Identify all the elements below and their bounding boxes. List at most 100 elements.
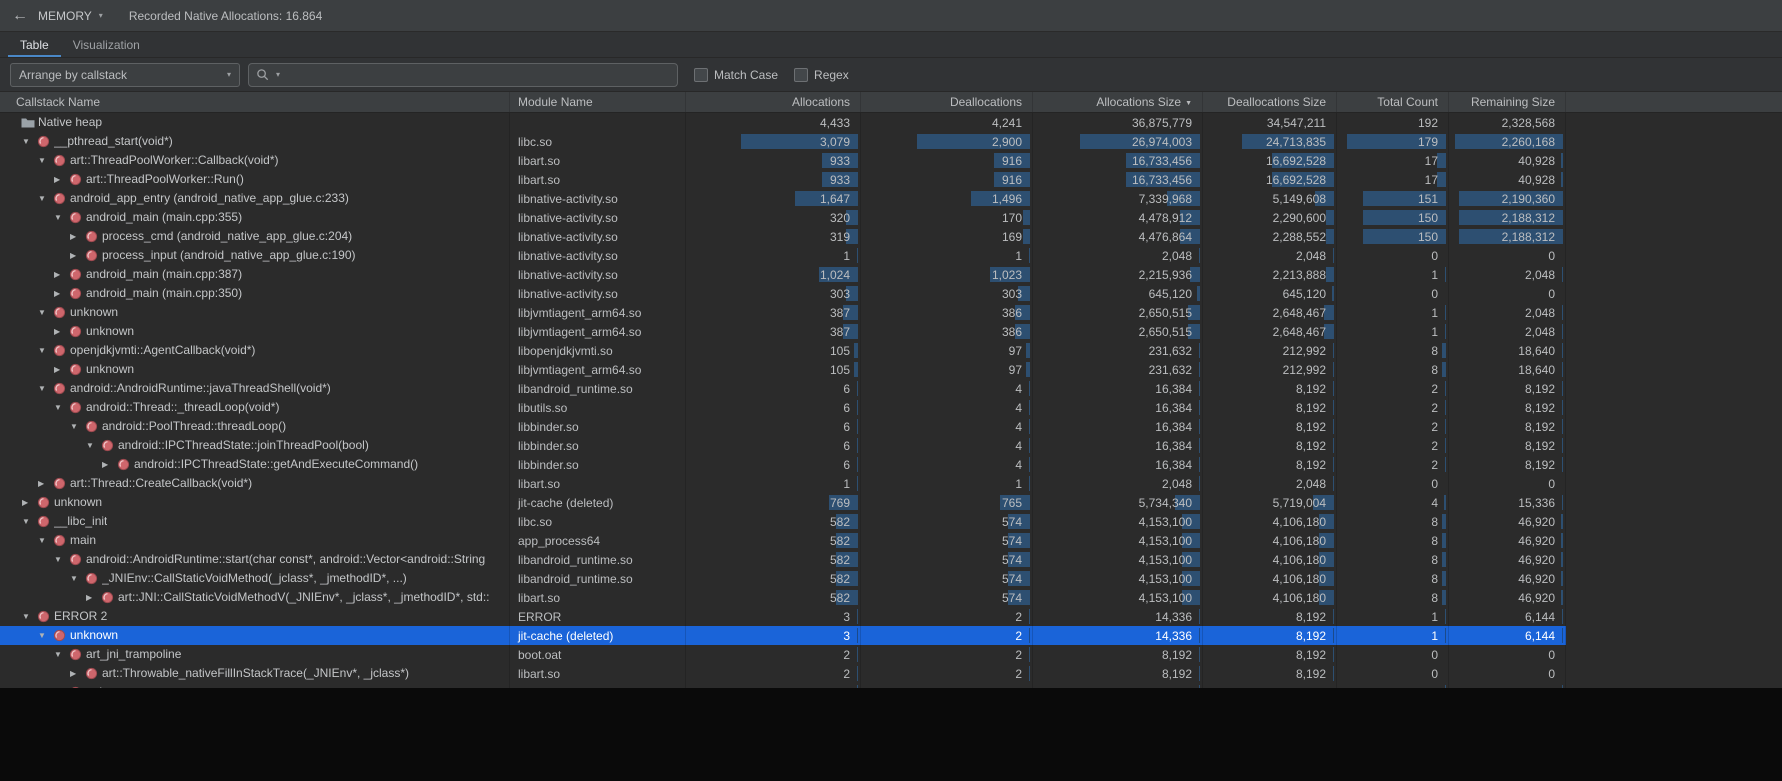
value-bar	[1562, 685, 1564, 688]
cell-deallocations: 574	[861, 569, 1033, 588]
collapse-arrow-icon[interactable]: ▶	[70, 664, 85, 683]
expand-arrow-icon[interactable]: ▼	[38, 626, 53, 645]
header-label: Allocations Size	[1096, 95, 1181, 109]
header-callstack-name[interactable]: Callstack Name	[0, 92, 510, 112]
collapse-arrow-icon[interactable]: ▶	[102, 455, 117, 474]
table-row[interactable]: ▼openjdkjvmti::AgentCallback(void*)libop…	[0, 341, 1566, 360]
table-row[interactable]: ▼art_jni_trampolineboot.oat228,1928,1920…	[0, 645, 1566, 664]
table-row[interactable]: ▶art::Throwable_nativeFillInStackTrace(_…	[0, 664, 1566, 683]
expand-arrow-icon[interactable]: ▼	[54, 550, 69, 569]
value-label: 4,241	[992, 116, 1022, 130]
expand-arrow-icon[interactable]: ▼	[38, 189, 53, 208]
search-input[interactable]	[283, 67, 670, 83]
expand-arrow-icon[interactable]: ▼	[22, 512, 37, 531]
table-row[interactable]: ▶android::IPCThreadState::getAndExecuteC…	[0, 455, 1566, 474]
table-row[interactable]: ▼android::AndroidRuntime::javaThreadShel…	[0, 379, 1566, 398]
value-bar	[1562, 438, 1564, 453]
value-bar	[1029, 400, 1031, 415]
value-label: 303	[1002, 287, 1022, 301]
value-label: 231,632	[1149, 344, 1192, 358]
collapse-arrow-icon[interactable]: ▶	[70, 227, 85, 246]
expand-arrow-icon[interactable]: ▼	[38, 379, 53, 398]
table-row[interactable]: ▶unknownjit-cache (deleted)7697655,734,3…	[0, 493, 1566, 512]
expand-arrow-icon[interactable]: ▼	[22, 607, 37, 626]
expand-arrow-icon[interactable]: ▼	[38, 341, 53, 360]
header-allocations[interactable]: Allocations	[686, 92, 861, 112]
regex-checkbox[interactable]: Regex	[794, 68, 849, 82]
table-row[interactable]: ▶art::ThreadPoolWorker::Run()libart.so93…	[0, 170, 1566, 189]
collapse-arrow-icon[interactable]: ▶	[22, 493, 37, 512]
table-row[interactable]: ▼__pthread_start(void*)libc.so3,0792,900…	[0, 132, 1566, 151]
value-label: 1	[1015, 249, 1022, 263]
cell-allocations-size: 8,192	[1033, 664, 1203, 683]
table-row[interactable]: ▼android_app_entry (android_native_app_g…	[0, 189, 1566, 208]
header-allocations-size[interactable]: Allocations Size▼	[1033, 92, 1203, 112]
table-row[interactable]: ▶unknownjit-cache (deleted)106,144016,14…	[0, 683, 1566, 688]
tab-visualization[interactable]: Visualization	[61, 32, 152, 57]
value-label: 0	[1548, 648, 1555, 662]
search-field[interactable]: ▾	[248, 63, 678, 87]
cell-allocations-size: 4,153,100	[1033, 531, 1203, 550]
header-module-name[interactable]: Module Name	[510, 92, 686, 112]
table-row[interactable]: ▼unknownjit-cache (deleted)3214,3368,192…	[0, 626, 1566, 645]
value-label: 6,144	[1525, 610, 1555, 624]
expand-arrow-icon[interactable]: ▼	[38, 303, 53, 322]
collapse-arrow-icon[interactable]: ▶	[54, 284, 69, 303]
table-row[interactable]: ▼android_main (main.cpp:355)libnative-ac…	[0, 208, 1566, 227]
value-bar	[1333, 343, 1335, 358]
cell-total-count: 150	[1337, 208, 1449, 227]
match-case-checkbox[interactable]: Match Case	[694, 68, 778, 82]
session-selector[interactable]: MEMORY ▾	[38, 9, 103, 23]
callstack-name-label: _JNIEnv::CallStaticVoidMethod(_jclass*, …	[102, 569, 407, 588]
expand-arrow-icon[interactable]: ▼	[70, 417, 85, 436]
collapse-arrow-icon[interactable]: ▶	[54, 360, 69, 379]
cell-callstack-name: ▼ _JNIEnv::CallStaticVoidMethod(_jclass*,…	[0, 569, 510, 588]
table-row[interactable]: ▼unknownlibjvmtiagent_arm64.so3873862,65…	[0, 303, 1566, 322]
table-row[interactable]: ▼ _JNIEnv::CallStaticVoidMethod(_jclass*,…	[0, 569, 1566, 588]
collapse-arrow-icon[interactable]: ▶	[54, 322, 69, 341]
table-row[interactable]: Native heap4,4334,24136,875,77934,547,21…	[0, 113, 1566, 132]
value-label: 16,384	[1155, 401, 1192, 415]
table-row[interactable]: ▶unknownlibjvmtiagent_arm64.so3873862,65…	[0, 322, 1566, 341]
expand-arrow-icon[interactable]: ▼	[22, 132, 37, 151]
header-remaining-size[interactable]: Remaining Size	[1449, 92, 1566, 112]
expand-arrow-icon[interactable]: ▼	[86, 436, 101, 455]
value-label: 0	[1319, 686, 1326, 688]
expand-arrow-icon[interactable]: ▼	[70, 569, 85, 588]
collapse-arrow-icon[interactable]: ▶	[54, 170, 69, 189]
table-row[interactable]: ▼android::IPCThreadState::joinThreadPool…	[0, 436, 1566, 455]
expand-arrow-icon[interactable]: ▼	[54, 398, 69, 417]
collapse-arrow-icon[interactable]: ▶	[54, 265, 69, 284]
collapse-arrow-icon[interactable]: ▶	[70, 246, 85, 265]
table-row[interactable]: ▼mainapp_process645825744,153,1004,106,1…	[0, 531, 1566, 550]
table-row[interactable]: ▼__libc_initlibc.so5825744,153,1004,106,…	[0, 512, 1566, 531]
cell-remaining-size: 0	[1449, 474, 1566, 493]
table-row[interactable]: ▼ERROR 2ERROR3214,3368,19216,144	[0, 607, 1566, 626]
arrange-dropdown[interactable]: Arrange by callstack ▾	[10, 63, 240, 87]
header-deallocations[interactable]: Deallocations	[861, 92, 1033, 112]
tab-table[interactable]: Table	[8, 32, 61, 57]
header-total-count[interactable]: Total Count	[1337, 92, 1449, 112]
back-button[interactable]: ←	[12, 7, 38, 25]
table-row[interactable]: ▶unknownlibjvmtiagent_arm64.so10597231,6…	[0, 360, 1566, 379]
collapse-arrow-icon[interactable]: ▶	[38, 474, 53, 493]
expand-arrow-icon[interactable]: ▼	[38, 531, 53, 550]
expand-arrow-icon[interactable]: ▼	[54, 208, 69, 227]
table-row[interactable]: ▼android::Thread::_threadLoop(void*)libu…	[0, 398, 1566, 417]
expand-arrow-icon[interactable]: ▼	[38, 151, 53, 170]
table-row[interactable]: ▼android::AndroidRuntime::start(char con…	[0, 550, 1566, 569]
table-row[interactable]: ▶android_main (main.cpp:350)libnative-ac…	[0, 284, 1566, 303]
table-row[interactable]: ▶art::JNI::CallStaticVoidMethodV(_JNIEnv…	[0, 588, 1566, 607]
table-row[interactable]: ▼art::ThreadPoolWorker::Callback(void*)l…	[0, 151, 1566, 170]
table-row[interactable]: ▶android_main (main.cpp:387)libnative-ac…	[0, 265, 1566, 284]
cell-remaining-size: 8,192	[1449, 417, 1566, 436]
header-deallocations-size[interactable]: Deallocations Size	[1203, 92, 1337, 112]
collapse-arrow-icon[interactable]: ▶	[54, 683, 69, 688]
table-row[interactable]: ▶process_cmd (android_native_app_glue.c:…	[0, 227, 1566, 246]
expand-arrow-icon[interactable]: ▼	[54, 645, 69, 664]
table-row[interactable]: ▼android::PoolThread::threadLoop()libbin…	[0, 417, 1566, 436]
collapse-arrow-icon[interactable]: ▶	[86, 588, 101, 607]
table-row[interactable]: ▶process_input (android_native_app_glue.…	[0, 246, 1566, 265]
table-row[interactable]: ▶art::Thread::CreateCallback(void*)libar…	[0, 474, 1566, 493]
cell-allocations-size: 16,733,456	[1033, 170, 1203, 189]
